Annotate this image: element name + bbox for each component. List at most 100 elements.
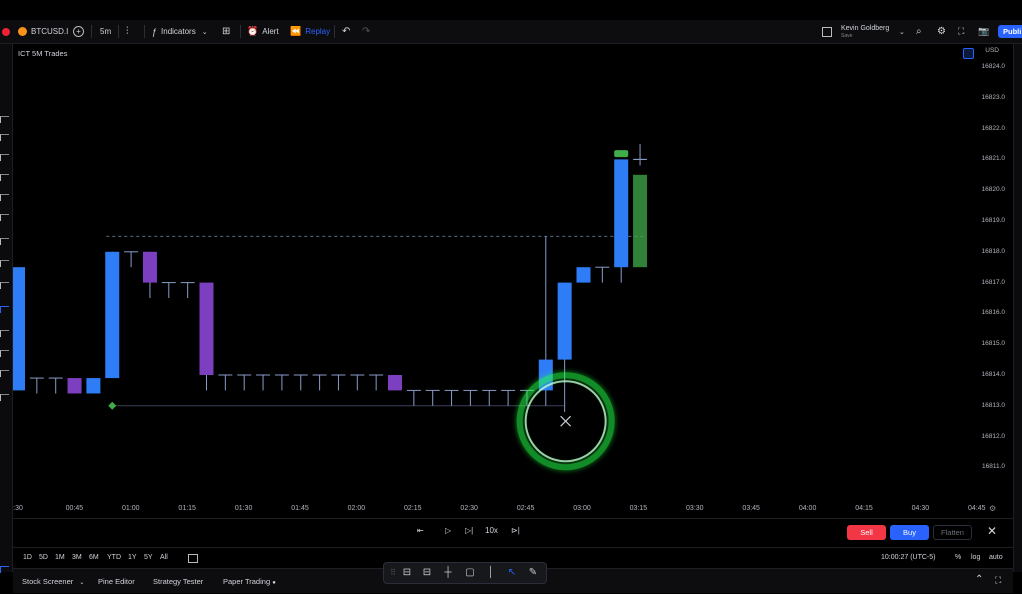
sell-button[interactable]: Sell bbox=[847, 525, 886, 540]
buy-button[interactable]: Buy bbox=[890, 525, 929, 540]
user-subtitle: Save bbox=[841, 32, 853, 39]
fib-tool-icon[interactable] bbox=[0, 154, 9, 161]
time-axis[interactable]: :30 00:45 01:00 01:15 01:30 01:45 02:00 02:15 02… bbox=[13, 502, 996, 518]
hide-tool-icon[interactable] bbox=[0, 394, 9, 401]
time-tick-label: 04:00 bbox=[798, 505, 817, 512]
step-forward-icon: ▷| bbox=[465, 526, 474, 535]
user-name: Kevin Goldberg bbox=[841, 24, 890, 32]
flatten-button[interactable]: Flatten bbox=[933, 525, 972, 540]
crosshair-icon[interactable]: ┼ bbox=[442, 567, 454, 579]
zoom-tool-icon[interactable] bbox=[0, 282, 9, 289]
range-1d[interactable]: 1D bbox=[23, 554, 32, 561]
fullscreen-icon: ⛶ bbox=[958, 26, 965, 36]
toolbar-toggle-icon[interactable] bbox=[0, 566, 9, 573]
close-replay-button[interactable]: ✕ bbox=[987, 524, 997, 538]
range-all[interactable]: All bbox=[160, 554, 168, 561]
tab-strategy-tester[interactable]: Strategy Tester bbox=[153, 577, 203, 586]
time-tick-label: 03:00 bbox=[573, 505, 591, 512]
left-drawing-toolbar bbox=[0, 44, 13, 573]
clock-label[interactable]: 10:00:27 (UTC-5) bbox=[881, 554, 935, 561]
magnet-tool-icon[interactable] bbox=[0, 306, 9, 313]
range-ytd[interactable]: YTD bbox=[107, 554, 121, 561]
prediction-tool-icon[interactable] bbox=[0, 194, 9, 201]
indicators-button[interactable]: ƒ Indicators ⌄ bbox=[152, 20, 208, 43]
cursor-tool-icon[interactable] bbox=[0, 116, 9, 123]
trend-line-tool-icon[interactable] bbox=[0, 134, 9, 141]
user-menu-chevron[interactable]: ⌄ bbox=[899, 20, 905, 43]
collapse-panel-button[interactable]: ⌃ bbox=[975, 574, 983, 585]
tab-paper-trading-label: Paper Trading bbox=[223, 577, 271, 586]
go-to-date-button[interactable] bbox=[188, 554, 198, 565]
interval-button[interactable]: 5m bbox=[100, 20, 111, 43]
measure-tool-icon[interactable] bbox=[0, 260, 9, 267]
auto-toggle[interactable]: auto bbox=[989, 554, 1003, 561]
undo-button[interactable]: ↶ bbox=[342, 20, 350, 43]
add-symbol-button[interactable]: + bbox=[73, 20, 84, 43]
jump-to-realtime-button[interactable]: ⊳| bbox=[511, 526, 520, 535]
play-button[interactable]: ▷ bbox=[445, 526, 451, 535]
time-tick-label: 04:45 bbox=[968, 505, 986, 512]
search-button[interactable]: ⌕ bbox=[916, 20, 922, 43]
step-forward-button[interactable]: ▷| bbox=[465, 526, 473, 535]
indicators-icon: ƒ bbox=[152, 26, 158, 37]
candle-body bbox=[557, 282, 572, 360]
fullscreen-button[interactable]: ⛶ bbox=[958, 20, 964, 43]
user-menu[interactable]: Kevin Goldberg Save bbox=[841, 20, 889, 43]
pattern-tool-icon[interactable] bbox=[0, 174, 9, 181]
brush-icon[interactable]: ✎ bbox=[527, 567, 539, 579]
layout-checkbox[interactable] bbox=[822, 20, 832, 43]
chart-type-button[interactable]: ⫶ bbox=[126, 20, 129, 43]
candlestick-chart[interactable] bbox=[13, 44, 1013, 502]
maximize-icon: ⛶ bbox=[995, 575, 1002, 585]
price-tick-label: 16819.0 bbox=[981, 217, 1006, 224]
tab-pine-editor[interactable]: Pine Editor bbox=[98, 577, 135, 586]
rectangle-icon[interactable]: ▢ bbox=[464, 567, 476, 579]
percent-toggle[interactable]: % bbox=[955, 554, 961, 561]
grid-icon: ⊞ bbox=[222, 26, 231, 37]
redo-button[interactable]: ↷ bbox=[362, 20, 370, 43]
chevron-down-icon: ⌄ bbox=[79, 580, 85, 586]
range-6m[interactable]: 6M bbox=[89, 554, 99, 561]
publish-label: Publi bbox=[998, 25, 1022, 38]
shapes-tool-icon[interactable] bbox=[0, 214, 9, 221]
eye-tool-icon[interactable] bbox=[0, 350, 9, 357]
range-1y[interactable]: 1Y bbox=[128, 554, 137, 561]
range-5d[interactable]: 5D bbox=[39, 554, 48, 561]
trash-tool-icon[interactable] bbox=[0, 370, 9, 377]
replay-speed-button[interactable]: 10x bbox=[485, 526, 498, 535]
log-toggle[interactable]: log bbox=[971, 554, 980, 561]
plus-circle-icon: + bbox=[73, 26, 84, 37]
symbol-search[interactable]: BTCUSD.I bbox=[18, 20, 68, 43]
price-tick-label: 16811.0 bbox=[981, 463, 1005, 471]
candle-body bbox=[388, 375, 402, 391]
maximize-panel-button[interactable]: ⛶ bbox=[995, 575, 1001, 586]
axis-settings-icon[interactable]: ⚙ bbox=[989, 504, 996, 513]
price-axis[interactable]: USD 16824.0 16823.0 16822.0 16821.0 16820.0 1… bbox=[971, 44, 1013, 502]
time-tick-label: 02:45 bbox=[516, 505, 535, 512]
range-1m[interactable]: 1M bbox=[55, 554, 65, 561]
tab-stock-screener[interactable]: Stock Screener ⌄ bbox=[22, 577, 84, 586]
vertical-line-icon[interactable]: │ bbox=[485, 567, 497, 579]
time-tick-label: 02:00 bbox=[347, 505, 366, 512]
chart-area[interactable]: ICT 5M Trades USD 16824.0 16823.0 16822.0 1… bbox=[13, 44, 1013, 502]
jump-to-start-button[interactable]: ⇤ bbox=[417, 526, 424, 535]
settings-button[interactable]: ⚙ bbox=[937, 20, 946, 43]
lock-tool-icon[interactable] bbox=[0, 330, 9, 337]
time-tick-label: 02:30 bbox=[460, 505, 478, 512]
alert-button[interactable]: ⏰ Alert bbox=[247, 20, 279, 43]
drag-handle-icon[interactable]: ⠿ bbox=[387, 567, 399, 579]
buy-label: Buy bbox=[903, 528, 916, 537]
publish-button[interactable]: Publi bbox=[998, 20, 1022, 43]
range-5y[interactable]: 5Y bbox=[144, 554, 153, 561]
long-position-icon[interactable]: ⊟ bbox=[401, 567, 413, 579]
cursor-icon[interactable]: ↖ bbox=[506, 567, 518, 579]
range-3m[interactable]: 3M bbox=[72, 554, 82, 561]
text-tool-icon[interactable] bbox=[0, 238, 9, 245]
flatten-label: Flatten bbox=[941, 528, 964, 537]
short-position-icon[interactable]: ⊟ bbox=[421, 567, 433, 579]
tab-paper-trading[interactable]: Paper Trading ● bbox=[223, 577, 276, 586]
replay-button[interactable]: ⏪ Replay bbox=[290, 20, 330, 43]
layouts-button[interactable]: ⊞ bbox=[222, 20, 230, 43]
screenshot-button[interactable]: 📷 bbox=[978, 20, 989, 43]
price-tick-label: 16822.0 bbox=[981, 124, 1006, 132]
